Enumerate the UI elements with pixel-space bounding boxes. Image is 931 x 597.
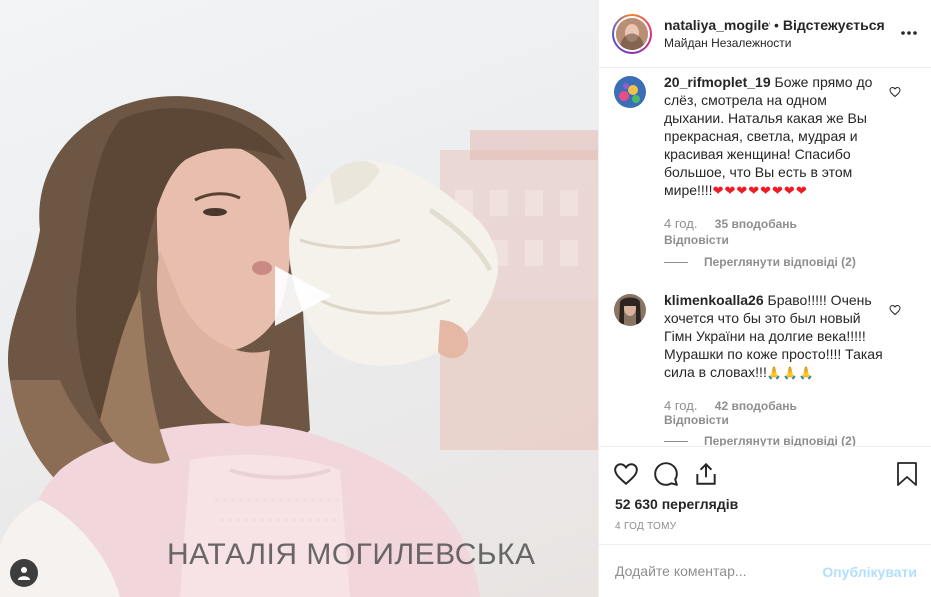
heart-icon [889, 86, 901, 98]
share-icon [696, 462, 716, 485]
comment-username[interactable]: 20_rifmoplet_19 [664, 74, 771, 90]
post-location[interactable]: Майдан Незалежности [664, 36, 896, 50]
comment-time: 4 год. [664, 398, 698, 413]
post-timestamp[interactable]: 4 ГОД ТОМУ [615, 521, 676, 532]
add-comment-bar: Опублікувати [599, 544, 931, 597]
video-watermark: НАТАЛІЯ МОГИЛЕВСЬКА [167, 538, 536, 571]
reply-button[interactable]: Відповісти [664, 413, 729, 427]
comment-avatar[interactable] [614, 76, 646, 108]
comment-username[interactable]: klimenkoalla26 [664, 292, 764, 308]
comment-body: Боже прямо до слёз, смотрела на одном ды… [664, 74, 873, 198]
reply-button[interactable]: Відповісти [664, 233, 729, 247]
comment-time: 4 год. [664, 216, 698, 231]
save-button[interactable] [895, 461, 923, 489]
like-comment-button[interactable] [889, 85, 901, 103]
view-replies-button[interactable]: Переглянути відповіді (2) [664, 255, 856, 269]
post-header: nataliya_mogilevsl • Відстежується Майда… [599, 0, 931, 68]
replies-divider [664, 440, 688, 442]
comment-text: klimenkoalla26 Браво!!!!! Очень хочется … [664, 291, 884, 382]
heart-icon [889, 304, 901, 316]
view-replies-button[interactable]: Переглянути відповіді (2) [664, 434, 856, 446]
comment-likes[interactable]: 42 вподобань [715, 399, 797, 413]
comment-meta: 4 год. 42 вподобань [664, 398, 797, 413]
author-username[interactable]: nataliya_mogilevsl [664, 17, 770, 33]
header-separator: • [774, 17, 779, 33]
view-replies-label: Переглянути відповіді (2) [704, 434, 856, 446]
play-button[interactable] [267, 262, 335, 330]
post-details-pane: nataliya_mogilevsl • Відстежується Майда… [598, 0, 931, 597]
comment-item: 20_rifmoplet_19 Боже прямо до слёз, смот… [614, 73, 919, 273]
view-count[interactable]: 52 630 переглядів [615, 496, 738, 512]
user-tags-button[interactable] [10, 559, 38, 587]
pray-emojis: 🙏🙏🙏 [766, 366, 815, 380]
comment-text: 20_rifmoplet_19 Боже прямо до слёз, смот… [664, 73, 884, 200]
like-comment-button[interactable] [889, 303, 901, 321]
replies-divider [664, 261, 688, 263]
heart-icon [614, 463, 638, 486]
comment-item: klimenkoalla26 Браво!!!!! Очень хочется … [614, 291, 919, 446]
share-button[interactable] [693, 461, 721, 489]
user-tag-icon [18, 567, 30, 580]
comment-input[interactable] [615, 563, 815, 579]
comment-avatar[interactable] [614, 294, 646, 326]
comment-likes[interactable]: 35 вподобань [715, 217, 797, 231]
more-options-button[interactable] [900, 24, 918, 47]
author-avatar[interactable] [612, 13, 652, 54]
view-replies-label: Переглянути відповіді (2) [704, 255, 856, 269]
bookmark-icon [897, 462, 917, 486]
comment-meta: 4 год. 35 вподобань [664, 216, 797, 231]
like-button[interactable] [613, 461, 641, 489]
play-icon [275, 266, 331, 326]
comments-list[interactable]: 20_rifmoplet_19 Боже прямо до слёз, смот… [599, 69, 931, 446]
heart-emojis: ❤❤❤❤❤❤❤❤ [712, 183, 808, 198]
following-button[interactable]: Відстежується [783, 17, 885, 33]
publish-button[interactable]: Опублікувати [822, 564, 917, 580]
comment-icon [654, 462, 678, 486]
post-video[interactable]: НАТАЛІЯ МОГИЛЕВСЬКА [0, 0, 598, 597]
more-options-icon [901, 31, 917, 35]
comment-button[interactable] [653, 461, 681, 489]
